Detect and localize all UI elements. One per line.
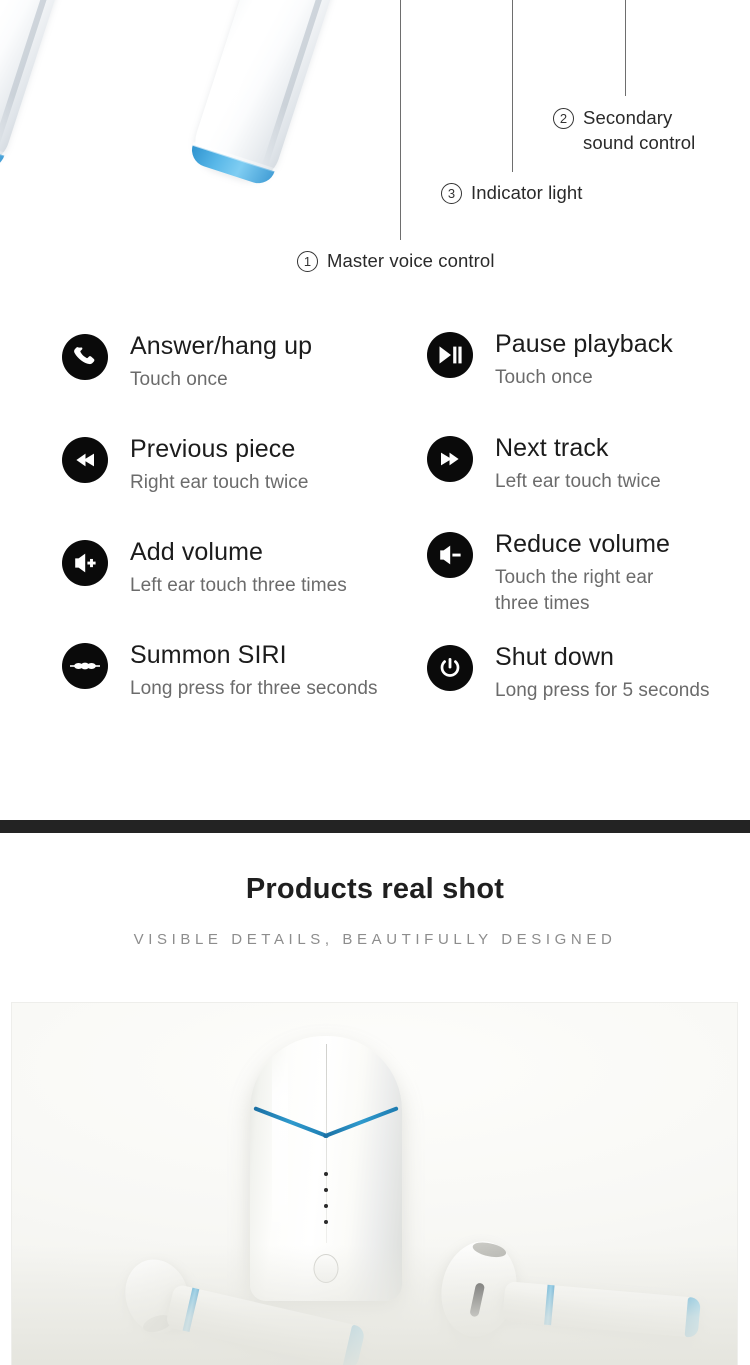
product-photo <box>11 1002 738 1365</box>
feature-description: Touch the right ear three times <box>495 567 654 614</box>
phone-handset-icon <box>62 334 108 380</box>
feature-column-left: Answer/hang up Touch once Previous piece… <box>62 322 417 734</box>
feature-title: Summon SIRI <box>130 641 287 669</box>
feature-title: Next track <box>495 434 609 462</box>
feature-description: Touch once <box>130 369 228 390</box>
callout-label: Secondary sound control <box>583 107 696 153</box>
case-highlight <box>272 1050 288 1240</box>
led-dot <box>324 1188 328 1192</box>
callout-indicator-light: 3 Indicator light <box>441 181 583 206</box>
real-shot-header: Products real shot VISIBLE DETAILS, BEAU… <box>0 833 750 948</box>
feature-answer-hang-up: Answer/hang up Touch once <box>62 332 417 398</box>
touch-controls-section: Answer/hang up Touch once Previous piece… <box>0 300 750 820</box>
feature-add-volume: Add volume Left ear touch three times <box>62 538 417 604</box>
feature-shut-down: Shut down Long press for 5 seconds <box>427 643 745 709</box>
voice-waveform-icon <box>62 643 108 689</box>
volume-up-icon <box>62 540 108 586</box>
feature-description: Long press for 5 seconds <box>495 680 710 702</box>
callout-master-voice-control: 1 Master voice control <box>297 249 495 274</box>
stem-edge-shade <box>0 0 71 153</box>
callout-secondary-sound-control: 2 Secondary sound control <box>553 106 738 155</box>
callout-label: Indicator light <box>471 182 583 203</box>
case-led-indicators <box>324 1172 328 1224</box>
circle-number-icon: 1 <box>297 251 318 272</box>
previous-track-icon <box>62 437 108 483</box>
stem-blue-tip <box>187 144 275 188</box>
stem-edge-shade <box>261 0 349 169</box>
callout-leader-line-3 <box>512 0 513 172</box>
v-stripe-left <box>253 1106 330 1139</box>
feature-summon-siri: Summon SIRI Long press for three seconds <box>62 641 417 707</box>
led-dot <box>324 1172 328 1176</box>
real-shot-subtitle: VISIBLE DETAILS, BEAUTIFULLY DESIGNED <box>133 931 617 948</box>
callout-leader-line-2 <box>625 0 626 96</box>
feature-title: Add volume <box>130 538 264 566</box>
led-dot <box>324 1204 328 1208</box>
stem-gloss <box>207 0 302 153</box>
feature-description: Left ear touch three times <box>130 575 347 596</box>
feature-title: Reduce volume <box>495 530 671 558</box>
next-track-icon <box>427 436 473 482</box>
earbud-stem-right-image <box>187 0 356 188</box>
feature-description: Touch once <box>495 367 593 388</box>
feature-pause-playback: Pause playback Touch once <box>427 330 745 396</box>
feature-title: Previous piece <box>130 435 296 463</box>
feature-description: Left ear touch twice <box>495 471 661 492</box>
feature-column-right: Pause playback Touch once Next track Lef… <box>427 322 745 736</box>
feature-title: Shut down <box>495 643 615 672</box>
feature-title: Answer/hang up <box>130 332 313 360</box>
feature-description: Right ear touch twice <box>130 472 309 493</box>
feature-title: Pause playback <box>495 330 673 358</box>
led-dot <box>324 1220 328 1224</box>
section-divider-bar <box>0 820 750 833</box>
case-blue-v-stripe <box>252 1098 400 1142</box>
feature-previous-piece: Previous piece Right ear touch twice <box>62 435 417 501</box>
feature-next-track: Next track Left ear touch twice <box>427 434 745 500</box>
circle-number-icon: 2 <box>553 108 574 129</box>
callout-label: Master voice control <box>327 250 495 271</box>
play-pause-icon <box>427 332 473 378</box>
table-surface-shadow <box>12 1245 737 1365</box>
feature-description: Long press for three seconds <box>130 678 378 699</box>
power-icon <box>427 645 473 692</box>
earbud-stem-left-image <box>0 0 78 172</box>
callout-leader-line-1 <box>400 0 401 240</box>
product-diagram-section: 1 Master voice control 2 Secondary sound… <box>0 0 750 300</box>
v-stripe-right <box>322 1106 399 1139</box>
circle-number-icon: 3 <box>441 183 462 204</box>
feature-reduce-volume: Reduce volume Touch the right ear three … <box>427 530 745 616</box>
volume-down-icon <box>427 532 473 578</box>
real-shot-title: Products real shot <box>245 873 505 905</box>
